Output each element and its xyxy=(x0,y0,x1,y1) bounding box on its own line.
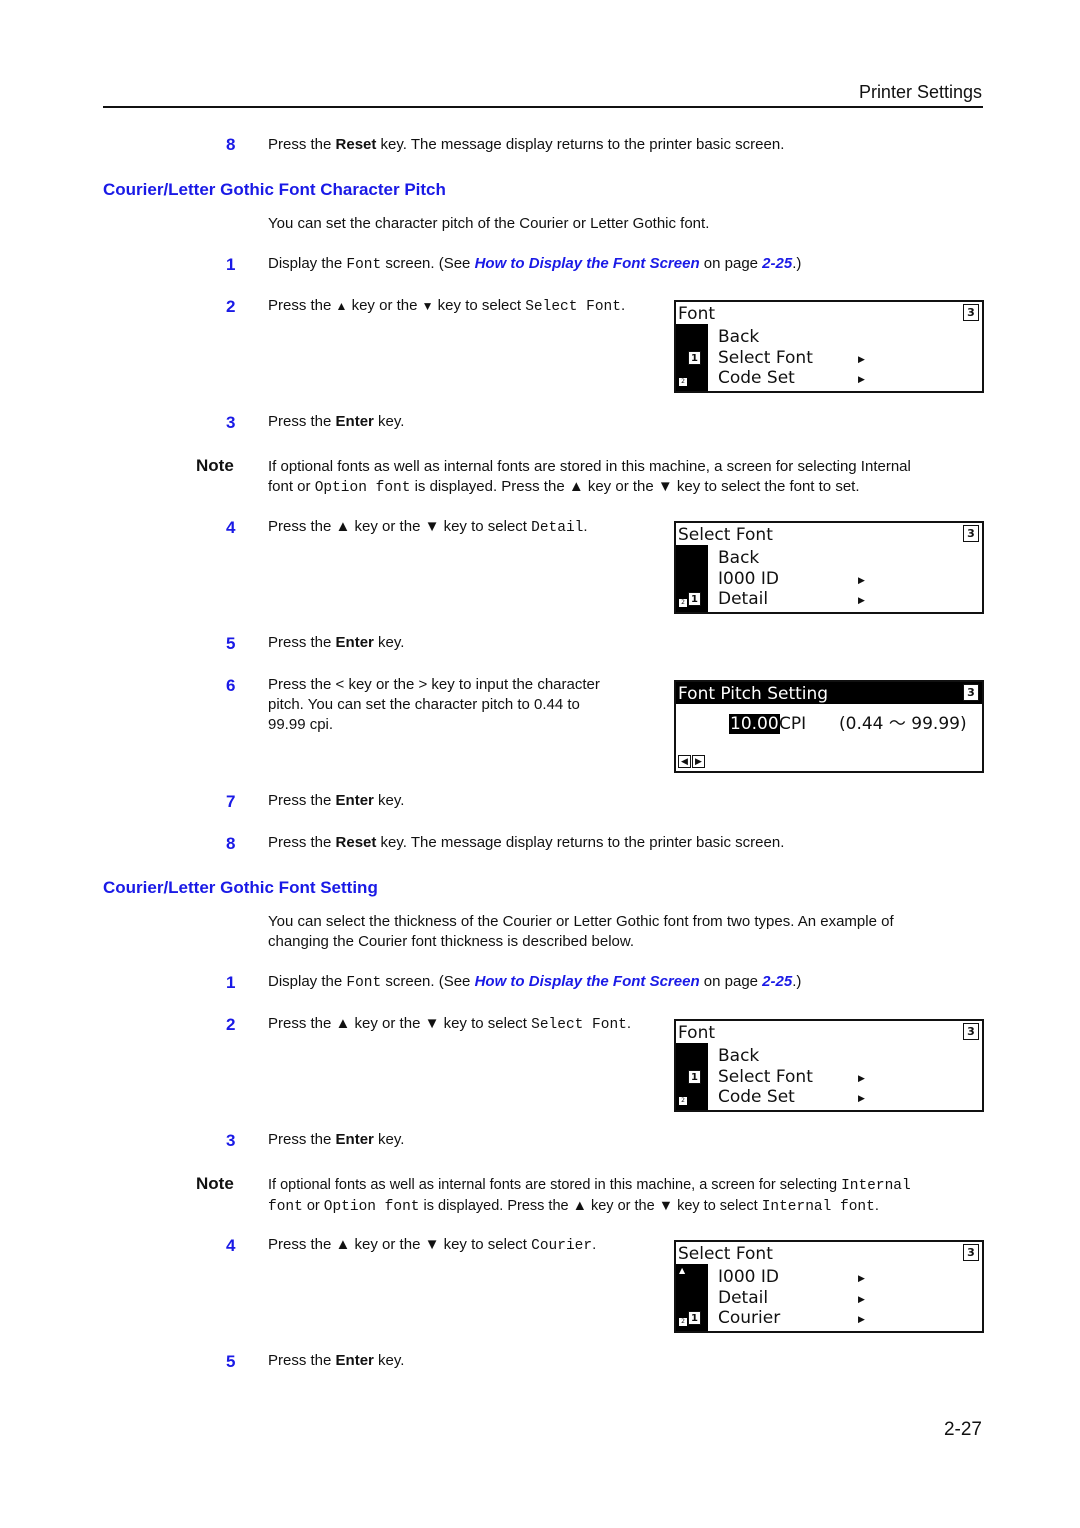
cross-reference-link[interactable]: How to Display the Font Screen xyxy=(475,973,700,990)
section-intro: You can set the character pitch of the C… xyxy=(268,215,710,232)
step-number: 4 xyxy=(226,518,236,537)
tab-indicator-icon: 3 xyxy=(963,1244,979,1261)
step-number: 5 xyxy=(226,634,236,653)
note-label: Note xyxy=(196,456,234,475)
lcd-menu-item-back: Back xyxy=(718,327,760,347)
left-key-icon: ◀ xyxy=(678,755,691,768)
step-text: Press the Enter key. xyxy=(268,413,405,430)
step-text: Press the ▲ key or the ▼ key to select C… xyxy=(268,1236,597,1254)
step-number: 8 xyxy=(226,834,236,853)
page-indicator-icon: 2 xyxy=(679,1097,687,1105)
lcd-menu-item-code-set: Code Set xyxy=(718,368,795,388)
tab-indicator-icon: 3 xyxy=(963,304,979,321)
step-number: 1 xyxy=(226,973,236,992)
running-header: Printer Settings xyxy=(858,82,982,102)
tab-indicator-icon: 3 xyxy=(963,1023,979,1040)
step-number: 8 xyxy=(226,135,236,154)
up-key-icon: ▲ xyxy=(335,299,348,313)
lcd-title: Font Pitch Setting xyxy=(678,684,829,704)
step-number: 4 xyxy=(226,1236,236,1255)
lcd-menu-item-back: Back xyxy=(718,1046,760,1066)
selection-number-icon: 1 xyxy=(688,1311,701,1325)
submenu-arrow-icon: ▶ xyxy=(858,1295,865,1305)
selection-number-icon: 1 xyxy=(688,351,701,365)
step-text: Press the Reset key. The message display… xyxy=(268,136,785,153)
header-rule xyxy=(103,106,983,108)
step-text: Press the ▲ key or the ▼ key to select S… xyxy=(268,1015,632,1033)
step-number: 7 xyxy=(226,792,236,811)
lcd-menu-item-detail: Detail xyxy=(718,589,769,609)
submenu-arrow-icon: ▶ xyxy=(858,355,865,365)
lcd-title: Select Font xyxy=(678,1244,773,1264)
step-text: Press the Enter key. xyxy=(268,1131,405,1148)
lcd-menu-item-back: Back xyxy=(718,548,760,568)
submenu-arrow-icon: ▶ xyxy=(858,596,865,606)
lcd-font-menu: Font 3 Back Select Font ▶ Code Set ▶ 1 2 xyxy=(674,1019,984,1112)
cross-reference-link[interactable]: How to Display the Font Screen xyxy=(475,255,700,272)
section-title-font-setting: Courier/Letter Gothic Font Setting xyxy=(103,878,378,897)
right-key-icon: ▶ xyxy=(692,755,705,768)
step-number: 5 xyxy=(226,1352,236,1371)
tab-indicator-icon: 3 xyxy=(963,525,979,542)
step-text: Press the Enter key. xyxy=(268,634,405,651)
step-text: Press the ▲ key or the ▼ key to select D… xyxy=(268,518,588,536)
lcd-font-pitch-setting: Font Pitch Setting 3 10.00 CPI (0.44 ～ 9… xyxy=(674,680,984,773)
page-number: 2-27 xyxy=(943,1419,982,1440)
lcd-title: Font xyxy=(678,304,716,324)
selection-number-icon: 1 xyxy=(688,592,701,606)
step-text: Press the < key or the > key to input th… xyxy=(268,676,600,733)
pitch-unit: CPI xyxy=(779,714,807,734)
page-indicator-icon: 2 xyxy=(679,378,687,386)
lcd-font-menu: Font 3 Back Select Font ▶ Code Set ▶ 1 2 xyxy=(674,300,984,393)
note-text: If optional fonts as well as internal fo… xyxy=(268,1177,911,1215)
lcd-menu-item-select-font: Select Font xyxy=(718,1067,813,1087)
pitch-range: (0.44 ～ 99.99) xyxy=(839,714,967,734)
step-number: 6 xyxy=(226,676,236,695)
submenu-arrow-icon: ▶ xyxy=(858,1074,865,1084)
lcd-title: Font xyxy=(678,1023,716,1043)
lcd-title: Select Font xyxy=(678,525,773,545)
note-text: If optional fonts as well as internal fo… xyxy=(268,458,911,496)
submenu-arrow-icon: ▶ xyxy=(858,576,865,586)
submenu-arrow-icon: ▶ xyxy=(858,1315,865,1325)
step-number: 1 xyxy=(226,255,236,274)
selection-number-icon: 1 xyxy=(688,1070,701,1084)
lcd-menu-item-id: I000 ID xyxy=(718,569,779,589)
step-text: Display the Font screen. (See How to Dis… xyxy=(268,973,802,991)
page-indicator-icon: 2 xyxy=(679,599,687,607)
scroll-up-icon: ▲ xyxy=(679,1266,686,1275)
submenu-arrow-icon: ▶ xyxy=(858,1094,865,1104)
step-number: 2 xyxy=(226,297,236,316)
lcd-menu-item-courier: Courier xyxy=(718,1308,781,1328)
page-reference-link[interactable]: 2-25 xyxy=(762,973,792,990)
submenu-arrow-icon: ▶ xyxy=(858,375,865,385)
section-title-pitch: Courier/Letter Gothic Font Character Pit… xyxy=(103,180,446,199)
step-text: Press the Enter key. xyxy=(268,1352,405,1369)
down-key-icon: ▼ xyxy=(421,299,434,313)
tab-indicator-icon: 3 xyxy=(963,684,979,701)
lcd-menu-item-detail: Detail xyxy=(718,1288,769,1308)
step-text: Press the Enter key. xyxy=(268,792,405,809)
lcd-select-font-menu: ▲ Select Font 3 I000 ID ▶ Detail ▶ Couri… xyxy=(674,1240,984,1333)
page-reference-link[interactable]: 2-25 xyxy=(762,255,792,272)
step-number: 2 xyxy=(226,1015,236,1034)
step-number: 3 xyxy=(226,413,236,432)
step-text: Press the Reset key. The message display… xyxy=(268,834,785,851)
lcd-menu-item-code-set: Code Set xyxy=(718,1087,795,1107)
lcd-menu-item-id: I000 ID xyxy=(718,1267,779,1287)
step-text: Press the ▲ key or the ▼ key to select S… xyxy=(268,297,626,315)
section-intro: You can select the thickness of the Cour… xyxy=(268,913,894,950)
left-right-keys: ◀ ▶ xyxy=(678,755,706,768)
lcd-select-font-menu: Select Font 3 Back I000 ID ▶ Detail ▶ 1 … xyxy=(674,521,984,614)
step-text: Display the Font screen. (See How to Dis… xyxy=(268,255,802,273)
step-number: 3 xyxy=(226,1131,236,1150)
page-indicator-icon: 2 xyxy=(679,1318,687,1326)
submenu-arrow-icon: ▶ xyxy=(858,1274,865,1284)
pitch-value: 10.00 xyxy=(729,714,780,734)
note-label: Note xyxy=(196,1174,234,1193)
lcd-menu-item-select-font: Select Font xyxy=(718,348,813,368)
